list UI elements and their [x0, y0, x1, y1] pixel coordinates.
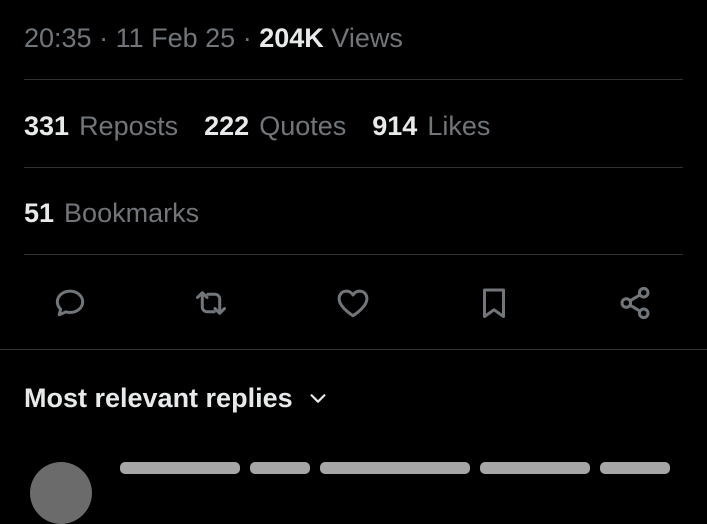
reply-icon	[55, 289, 85, 317]
divider	[0, 349, 707, 350]
replies-sort-label: Most relevant replies	[24, 383, 293, 413]
bookmark-button[interactable]	[471, 280, 517, 326]
views-label: Views	[331, 23, 403, 53]
heart-icon	[337, 289, 369, 318]
divider	[24, 167, 683, 168]
chevron-down-icon	[310, 394, 326, 403]
share-button[interactable]	[612, 280, 658, 326]
reply-header-cropped	[120, 462, 680, 474]
quotes-count: 222	[204, 111, 250, 141]
meta-separator: ·	[242, 23, 252, 53]
share-icon	[620, 286, 650, 320]
repost-button[interactable]	[188, 280, 234, 326]
bookmarks-count: 51	[24, 198, 55, 228]
divider	[24, 79, 683, 80]
tweet-date[interactable]: 11 Feb 25	[116, 23, 236, 53]
views-count: 204K	[259, 23, 324, 53]
repost-icon	[196, 291, 226, 315]
divider	[24, 254, 683, 255]
like-button[interactable]	[330, 280, 376, 326]
avatar[interactable]	[30, 462, 92, 524]
bookmark-icon	[482, 288, 506, 318]
bookmarks-stat[interactable]: 51 Bookmarks	[24, 194, 199, 232]
bookmarks-label: Bookmarks	[64, 198, 200, 228]
tweet-time[interactable]: 20:35	[24, 23, 92, 53]
action-bar	[0, 280, 707, 326]
meta-separator: ·	[99, 23, 109, 53]
likes-label: Likes	[427, 111, 491, 141]
reposts-count: 331	[24, 111, 70, 141]
reposts-stat[interactable]: 331 Reposts	[24, 107, 178, 145]
engagement-stats: 331 Reposts 222 Quotes 914 Likes	[24, 107, 490, 145]
quotes-label: Quotes	[259, 111, 347, 141]
likes-count: 914	[372, 111, 418, 141]
reply-button[interactable]	[47, 280, 93, 326]
reposts-label: Reposts	[79, 111, 179, 141]
tweet-meta: 20:35 · 11 Feb 25 · 204K Views	[24, 20, 403, 56]
replies-sort-dropdown[interactable]: Most relevant replies	[24, 379, 329, 417]
quotes-stat[interactable]: 222 Quotes	[204, 107, 346, 145]
likes-stat[interactable]: 914 Likes	[372, 107, 490, 145]
